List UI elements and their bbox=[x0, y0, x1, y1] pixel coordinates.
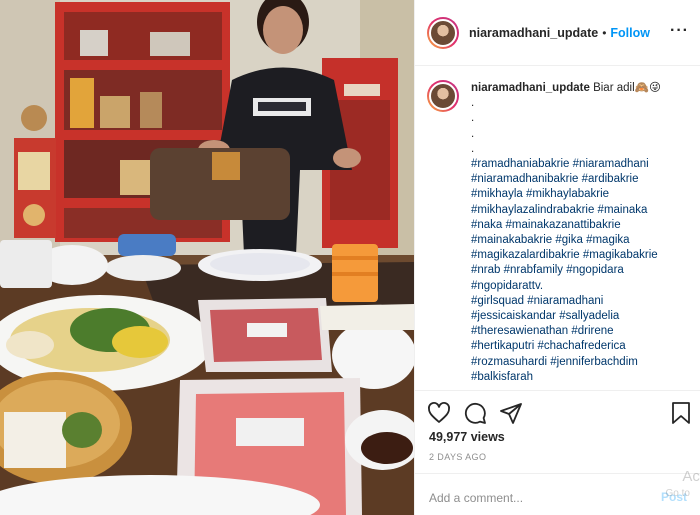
hashtag-line[interactable]: #niaramadhanibakrie #ardibakrie bbox=[471, 172, 689, 187]
avatar[interactable] bbox=[427, 16, 459, 49]
post-date[interactable]: 2 DAYS AGO bbox=[429, 452, 486, 462]
author-username[interactable]: niaramadhani_update bbox=[469, 26, 598, 40]
post-side-panel: niaramadhani_update • Follow ··· niarama… bbox=[414, 0, 700, 515]
heart-icon[interactable] bbox=[427, 401, 451, 425]
comment-input[interactable] bbox=[429, 491, 629, 505]
caption-section: niaramadhani_update Biar adil🙈😜 . . . . … bbox=[415, 67, 700, 390]
hashtag-line[interactable]: #mainakabakrie #gika #magika bbox=[471, 233, 689, 248]
hashtag-line[interactable]: #naka #mainakazanattibakrie bbox=[471, 218, 689, 233]
more-options-icon[interactable]: ··· bbox=[670, 22, 689, 40]
caption-dot: . bbox=[471, 97, 475, 110]
bookmark-icon[interactable] bbox=[669, 401, 693, 425]
hashtag-line[interactable]: #ngopidarattv. bbox=[471, 279, 689, 294]
hashtag-line[interactable]: #rozmasuhardi #jenniferbachdim bbox=[471, 355, 689, 370]
hashtag-line[interactable]: #jessicaiskandar #sallyadelia bbox=[471, 309, 689, 324]
share-icon[interactable] bbox=[499, 401, 523, 425]
action-bar bbox=[415, 390, 700, 428]
video-frame-illustration bbox=[0, 0, 414, 515]
hashtag-line[interactable]: #hertikaputri #chachafrederica bbox=[471, 339, 689, 354]
comment-icon[interactable] bbox=[463, 401, 487, 425]
activation-watermark-sub: Go to bbox=[665, 488, 690, 499]
caption-dot: . bbox=[471, 127, 475, 140]
post-video[interactable] bbox=[0, 0, 414, 515]
hashtag-line[interactable]: #ramadhaniabakrie #niaramadhani bbox=[471, 157, 689, 172]
hashtag-line[interactable]: #nrab #nrabfamily #ngopidara bbox=[471, 263, 689, 278]
hashtag-line[interactable]: #magikazalardibakrie #magikabakrie bbox=[471, 248, 689, 263]
hashtag-line[interactable]: #theresawienathan #drirene bbox=[471, 324, 689, 339]
view-count[interactable]: 49,977 views bbox=[429, 430, 505, 444]
post-header: niaramadhani_update • Follow ··· bbox=[415, 0, 700, 66]
caption-dots: . . . . bbox=[471, 96, 689, 157]
caption-dot: . bbox=[471, 142, 475, 155]
separator-dot: • bbox=[602, 25, 607, 40]
caption-avatar[interactable] bbox=[427, 80, 459, 112]
caption-dot: . bbox=[471, 112, 475, 125]
hashtag-line[interactable]: #mikhaylazalindrabakrie #mainaka bbox=[471, 203, 689, 218]
hashtag-line[interactable]: #mikhayla #mikhaylabakrie bbox=[471, 187, 689, 202]
caption-text: niaramadhani_update Biar adil🙈😜 . . . . … bbox=[471, 80, 689, 390]
hashtag-line[interactable]: #girlsquad #niaramadhani bbox=[471, 294, 689, 309]
caption-body: Biar adil🙈😜 bbox=[593, 82, 661, 94]
activation-watermark: Act bbox=[682, 468, 700, 485]
hashtag-list: #ramadhaniabakrie #niaramadhani #niarama… bbox=[471, 157, 689, 385]
hashtag-line[interactable]: #balkisfarah bbox=[471, 370, 689, 385]
follow-button[interactable]: Follow bbox=[610, 26, 650, 40]
comment-box: Post bbox=[415, 473, 700, 515]
caption-username[interactable]: niaramadhani_update bbox=[471, 82, 590, 94]
